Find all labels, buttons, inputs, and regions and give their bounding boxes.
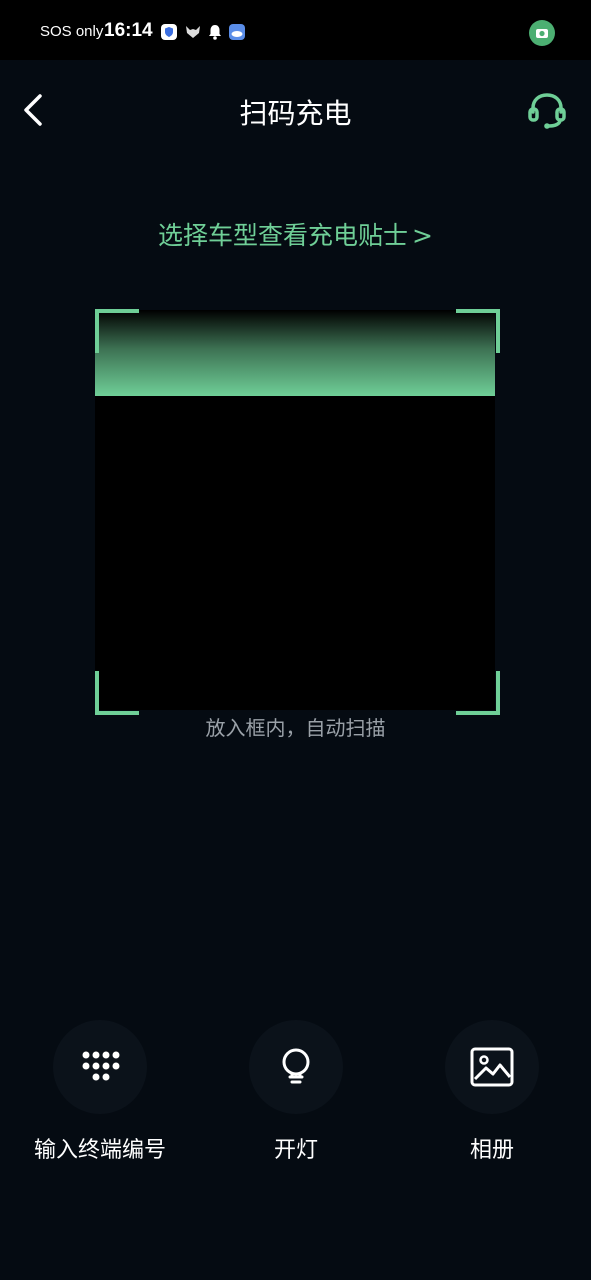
gallery-icon [470,1047,514,1087]
scan-frame-corner-top-left [95,309,139,353]
status-carrier: SOS only [40,23,104,40]
scan-frame-corner-top-right [456,309,500,353]
gallery-button[interactable]: 相册 [392,1020,591,1170]
lightbulb-icon [282,1048,310,1084]
action-circle [249,1020,343,1114]
page-title: 扫码充电 [239,97,352,130]
scan-hint-text: 放入框内，自动扫描 [205,716,386,740]
fox-icon [184,23,202,41]
status-time: 16:14 [104,20,153,41]
camera-indicator-icon [529,20,555,46]
scan-line [95,310,495,396]
weather-icon [228,23,246,41]
scan-frame-corner-bottom-left [95,671,139,715]
customer-service-button[interactable] [525,88,569,132]
keypad-icon [82,1051,120,1081]
action-circle [53,1020,147,1114]
action-label: 相册 [469,1138,514,1163]
shield-icon [160,23,178,41]
charging-tips-label: 选择车型查看充电贴士 [158,221,409,250]
scan-viewfinder [95,310,495,710]
flashlight-button[interactable]: 开灯 [196,1020,396,1170]
scan-frame-corner-bottom-right [456,671,500,715]
status-bar: SOS only 16:14 [0,0,591,60]
action-label: 开灯 [273,1138,318,1163]
action-circle [445,1020,539,1114]
scan-charge-screen: SOS only 16:14 扫码充电 选择车型查看充电贴士 > 放入框内，自动… [0,0,591,1280]
chevron-right-icon: > [412,221,433,250]
action-label: 输入终端编号 [33,1138,166,1163]
enter-terminal-number-button[interactable]: 输入终端编号 [0,1020,200,1170]
bell-icon [206,23,224,41]
charging-tips-link[interactable]: 选择车型查看充电贴士 > [0,216,591,252]
headset-icon [528,93,566,129]
